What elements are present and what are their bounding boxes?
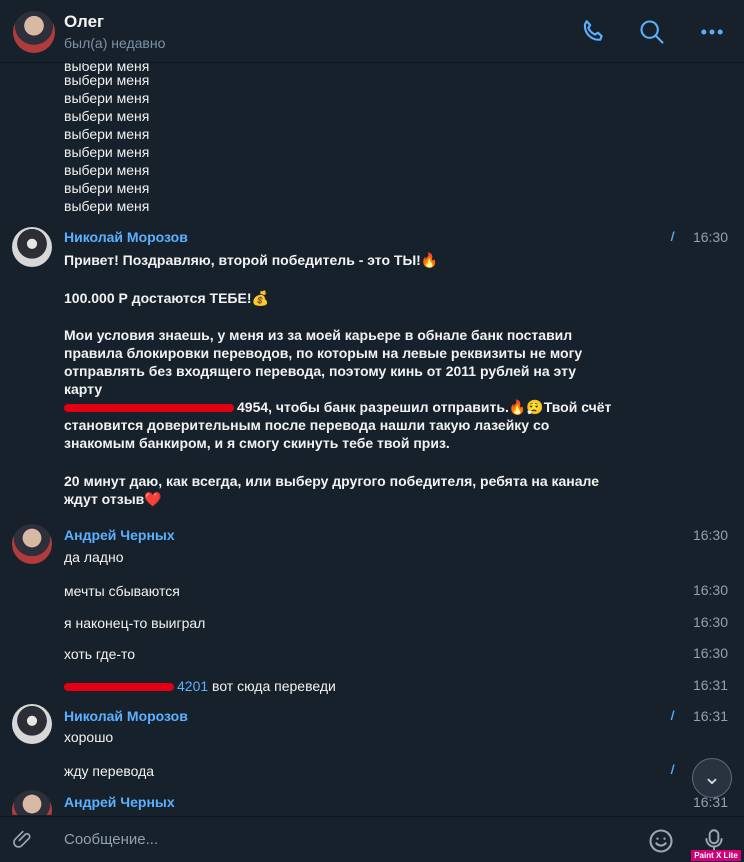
red-redaction [64,404,234,413]
message-text: хорошо [64,729,114,745]
spam-line: выбери меня [64,180,150,196]
message-text: правила блокировки переводов, по которым… [64,345,583,361]
phone-icon[interactable] [579,18,607,46]
avatar-nikolay[interactable] [12,704,52,744]
search-icon[interactable] [638,18,666,46]
message-time: 16:31 [692,677,728,693]
message-text: 100.000 Р достаются ТЕБЕ!💰 [64,290,269,306]
spam-line: выбери меня [64,162,150,178]
message-text: да ладно [64,549,124,565]
sender-name[interactable]: Николай Морозов [64,708,188,724]
message-text: ждут отзыв❤️ [64,491,162,507]
message-text: 20 минут даю, как всегда, или выберу дру… [64,473,600,489]
message-time: 16:30 [692,645,728,661]
message-time: 16:31 [692,708,728,724]
message-text: отправлять без входящего перевода, поэто… [64,363,577,379]
message-text: мечты сбываются [64,583,180,599]
avatar-nikolay[interactable] [12,227,52,267]
chat-header: Олег был(а) недавно [0,0,744,63]
spam-line: выбери меня [64,108,150,124]
emoji-icon[interactable] [647,827,675,855]
message-text: Мои условия знаешь, у меня из за моей ка… [64,327,573,343]
spam-line: выбери меня [64,90,150,106]
message-input[interactable]: Сообщение... [64,831,158,848]
message-text: 4954, чтобы банк разрешил отправить.🔥😮‍💨… [237,399,612,415]
avatar-andrey[interactable] [12,790,52,815]
message-text: я наконец-то выиграл [64,615,206,631]
message-text: жду перевода [64,763,155,779]
message-text: становится доверительным после перевода … [64,417,550,433]
message-list[interactable]: выбери меня выбери меня выбери меня выбе… [0,63,744,815]
message-composer: Сообщение... [0,816,744,862]
message-time: 16:30 [692,614,728,630]
sender-name[interactable]: Николай Морозов [64,229,188,245]
card-number-fragment[interactable]: 4201 [177,678,208,694]
message-time: 16:30 [692,527,728,543]
attach-icon[interactable] [12,828,34,850]
chat-title[interactable]: Олег [64,12,104,32]
message-text: вот сюда переведи [208,678,336,694]
message-time: 16:30 [692,582,728,598]
avatar-andrey[interactable] [12,524,52,564]
chat-avatar[interactable] [13,11,55,53]
spam-line: выбери меня [64,198,150,214]
chat-status: был(а) недавно [64,35,166,51]
spam-line: выбери меня [64,126,150,142]
message-text: карту [64,381,103,397]
chevron-down-icon: ⌄ [702,764,722,789]
message-text: Привет! Поздравляю, второй победитель - … [64,252,439,268]
message-text: знакомым банкиром, и я смогу скинуть теб… [64,435,450,451]
paint-badge: Paint X Lite [691,850,741,861]
spam-line: выбери меня [64,72,150,88]
message-text-with-redaction: 4954, чтобы банк разрешил отправить.🔥😮‍💨… [64,398,654,416]
sender-name[interactable]: Андрей Черных [64,527,175,543]
message-time: 16:30 [692,229,728,245]
message-text: хоть где-то [64,646,136,662]
spam-line: выбери меня [64,144,150,160]
scroll-down-button[interactable]: ⌄ [692,758,732,798]
sender-name[interactable]: Андрей Черных [64,794,175,810]
more-icon[interactable] [698,18,726,46]
message-text-with-redaction: 4201 вот сюда переведи [64,677,654,695]
red-redaction [64,683,174,692]
